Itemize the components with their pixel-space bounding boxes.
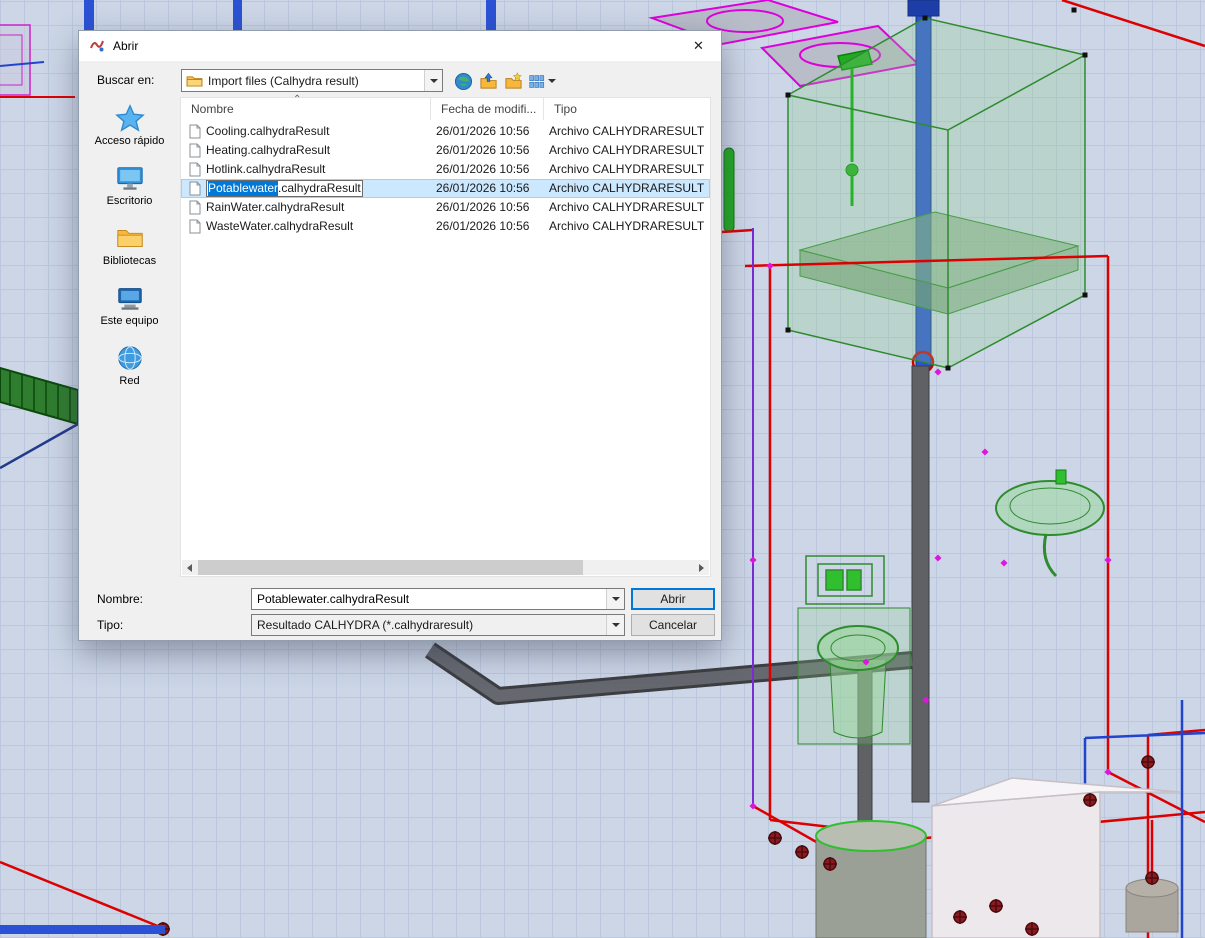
sidebar-label: Escritorio (107, 195, 153, 207)
rename-edit-box[interactable]: Potablewater.calhydraResult (206, 180, 363, 197)
file-type-dropdown-icon[interactable] (606, 615, 624, 635)
file-date: 26/01/2026 10:56 (431, 141, 544, 160)
sidebar-label: Bibliotecas (103, 255, 156, 267)
file-type-combobox[interactable]: Resultado CALHYDRA (*.calhydraresult) (251, 614, 625, 636)
scrollbar-thumb[interactable] (198, 560, 583, 575)
libraries-folder-icon (115, 223, 145, 253)
file-type: Archivo CALHYDRARESULT (544, 122, 710, 141)
file-type: Archivo CALHYDRARESULT (544, 141, 710, 160)
file-name-combobox[interactable] (251, 588, 625, 610)
new-folder-icon (504, 72, 523, 91)
open-file-dialog: Abrir ✕ Buscar en: Import files (Calhydr… (78, 30, 722, 641)
look-in-value: Import files (Calhydra result) (203, 74, 424, 88)
file-name: Heating.calhydraResult (206, 141, 330, 160)
file-type: Archivo CALHYDRARESULT (544, 160, 710, 179)
bottom-left-piping (0, 862, 165, 934)
file-row-selected[interactable]: Potablewater.calhydraResult 26/01/2026 1… (181, 179, 710, 198)
toilet (798, 608, 910, 744)
new-folder-button[interactable] (501, 69, 525, 93)
sidebar-label: Este equipo (100, 315, 158, 327)
file-icon (189, 143, 201, 158)
file-type-label: Tipo: (97, 614, 123, 636)
sidebar-item-this-pc[interactable]: Este equipo (79, 277, 180, 337)
scroll-right-icon[interactable] (694, 560, 709, 575)
horizontal-scrollbar[interactable] (182, 560, 709, 575)
file-rows: Cooling.calhydraResult 26/01/2026 10:56 … (181, 122, 710, 236)
sidebar-label: Red (119, 375, 139, 387)
file-type: Archivo CALHYDRARESULT (544, 217, 710, 236)
file-row[interactable]: Cooling.calhydraResult 26/01/2026 10:56 … (181, 122, 710, 141)
folder-up-icon (479, 72, 498, 91)
file-date: 26/01/2026 10:56 (431, 217, 544, 236)
sort-ascending-icon: ⌃ (293, 94, 301, 105)
file-name-selected-text: Potablewater (208, 181, 278, 196)
column-header-date[interactable]: Fecha de modifi... (431, 98, 544, 120)
file-type-value: Resultado CALHYDRA (*.calhydraresult) (252, 618, 606, 632)
floor-grate (0, 368, 78, 468)
back-button[interactable] (451, 69, 475, 93)
close-icon[interactable]: ✕ (676, 31, 721, 61)
folder-icon (186, 74, 203, 87)
globe-back-icon (454, 72, 473, 91)
expansion-tank (1126, 879, 1178, 932)
up-one-level-button[interactable] (476, 69, 500, 93)
sidebar-label: Acceso rápido (95, 135, 165, 147)
file-name: WasteWater.calhydraResult (206, 217, 353, 236)
file-icon (189, 162, 201, 177)
file-name: Hotlink.calhydraResult (206, 160, 325, 179)
cancel-button[interactable]: Cancelar (631, 614, 715, 636)
app-icon (89, 38, 105, 54)
file-name-label: Nombre: (97, 588, 143, 610)
look-in-label: Buscar en: (97, 69, 154, 92)
look-in-combobox[interactable]: Import files (Calhydra result) (181, 69, 443, 92)
file-date: 26/01/2026 10:56 (431, 179, 544, 198)
view-menu-button[interactable] (526, 69, 558, 93)
column-headers: ⌃ Nombre Fecha de modifi... Tipo (181, 98, 710, 120)
file-name-rest-text: .calhydraResult (278, 181, 361, 196)
water-tank (816, 821, 926, 938)
dialog-title: Abrir (113, 39, 138, 53)
file-row[interactable]: Heating.calhydraResult 26/01/2026 10:56 … (181, 141, 710, 160)
file-icon (189, 200, 201, 215)
sidebar-item-libraries[interactable]: Bibliotecas (79, 217, 180, 277)
file-name-input[interactable] (252, 591, 606, 607)
file-row[interactable]: Hotlink.calhydraResult 26/01/2026 10:56 … (181, 160, 710, 179)
file-date: 26/01/2026 10:56 (431, 160, 544, 179)
network-globe-icon (115, 343, 145, 373)
wash-basin (996, 470, 1104, 576)
sidebar-item-desktop[interactable]: Escritorio (79, 157, 180, 217)
dialog-titlebar[interactable]: Abrir ✕ (79, 31, 721, 61)
cistern (806, 556, 884, 604)
look-in-dropdown-icon[interactable] (424, 70, 442, 91)
sidebar-item-quick-access[interactable]: Acceso rápido (79, 97, 180, 157)
file-row[interactable]: WasteWater.calhydraResult 26/01/2026 10:… (181, 217, 710, 236)
file-list: ⌃ Nombre Fecha de modifi... Tipo Cooling… (180, 97, 711, 577)
file-icon (189, 124, 201, 139)
file-icon (189, 181, 201, 196)
computer-icon (115, 283, 145, 313)
file-row[interactable]: RainWater.calhydraResult 26/01/2026 10:5… (181, 198, 710, 217)
file-name: Cooling.calhydraResult (206, 122, 329, 141)
file-type: Archivo CALHYDRARESULT (544, 179, 710, 198)
file-name-dropdown-icon[interactable] (606, 589, 624, 609)
column-header-type[interactable]: Tipo (544, 98, 710, 120)
file-date: 26/01/2026 10:56 (431, 198, 544, 217)
open-button[interactable]: Abrir (631, 588, 715, 610)
file-date: 26/01/2026 10:56 (431, 122, 544, 141)
sidebar-item-network[interactable]: Red (79, 337, 180, 397)
scroll-left-icon[interactable] (182, 560, 197, 575)
file-type: Archivo CALHYDRARESULT (544, 198, 710, 217)
column-header-name[interactable]: Nombre (181, 98, 431, 120)
star-icon (115, 103, 145, 133)
file-name: RainWater.calhydraResult (206, 198, 344, 217)
monitor-icon (115, 163, 145, 193)
views-grid-icon (528, 73, 545, 90)
file-icon (189, 219, 201, 234)
view-menu-caret-icon (548, 79, 556, 83)
places-sidebar: Acceso rápido Escritorio Bibliotecas (79, 97, 180, 640)
